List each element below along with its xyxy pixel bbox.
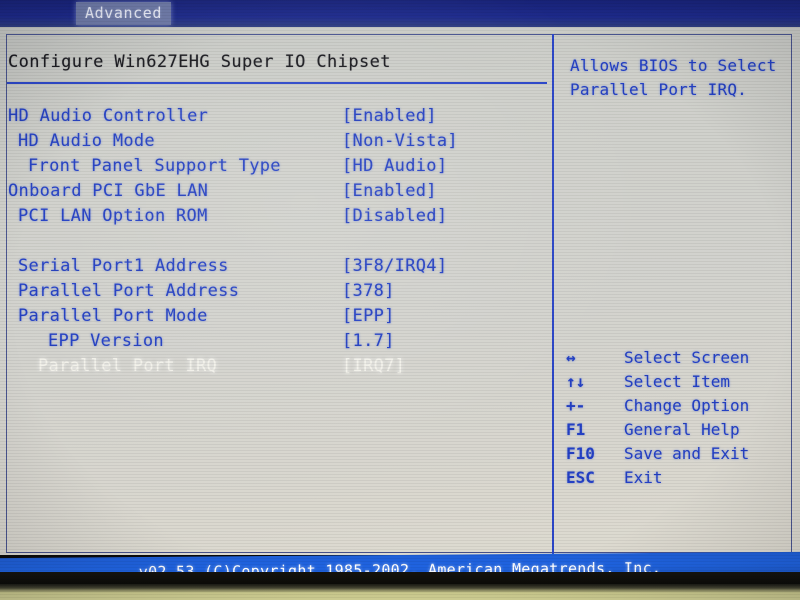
setting-value[interactable]: [3F8/IRQ4] <box>342 254 447 279</box>
setting-value[interactable]: [Enabled] <box>342 179 437 204</box>
key-legend-row: F1 General Help <box>554 418 792 442</box>
key-legend-row: ESC Exit <box>554 466 792 490</box>
key-legend: ↔ Select Screen ↑↓ Select Item +- Change Opti… <box>554 346 792 490</box>
help-pane: Allows BIOS to Select Parallel Port IRQ.… <box>554 34 792 553</box>
key-legend-row: ↔ Select Screen <box>554 346 792 370</box>
page-title: Configure Win627EHG Super IO Chipset <box>8 52 391 72</box>
settings-row[interactable]: HD Audio Mode [Non-Vista] <box>6 129 552 154</box>
title-divider <box>7 82 547 84</box>
setting-value[interactable]: [EPP] <box>342 304 395 329</box>
help-description: Allows BIOS to Select Parallel Port IRQ. <box>570 56 777 99</box>
key-legend-row: +- Change Option <box>554 394 792 418</box>
key-description: Save and Exit <box>624 444 750 463</box>
settings-pane: Configure Win627EHG Super IO Chipset HD … <box>6 34 552 553</box>
key-glyph: F10 <box>566 444 595 463</box>
key-glyph: ↔ <box>566 348 576 367</box>
setting-value[interactable]: [378] <box>342 279 395 304</box>
key-legend-row: ↑↓ Select Item <box>554 370 792 394</box>
setting-label: HD Audio Mode <box>18 131 155 151</box>
key-description: General Help <box>624 420 740 439</box>
setting-value[interactable]: [HD Audio] <box>342 154 447 179</box>
setting-label: PCI LAN Option ROM <box>18 206 208 226</box>
key-legend-row: F10 Save and Exit <box>554 442 792 466</box>
key-description: Change Option <box>624 396 750 415</box>
key-glyph: +- <box>566 396 586 415</box>
settings-row[interactable]: Parallel Port IRQ [IRQ7] <box>6 354 552 379</box>
settings-row[interactable]: Parallel Port Mode [EPP] <box>6 304 552 329</box>
key-glyph: ESC <box>566 468 595 487</box>
setting-value[interactable]: [1.7] <box>342 329 395 354</box>
key-description: Exit <box>624 468 663 487</box>
setting-label: Parallel Port IRQ <box>38 356 218 376</box>
menu-bar: Advanced <box>0 0 800 26</box>
bios-screen: Advanced Configure Win627EHG Super IO Ch… <box>0 0 800 600</box>
settings-list: HD Audio Controller [Enabled] HD Audio Mod… <box>6 104 552 379</box>
settings-row[interactable]: EPP Version [1.7] <box>6 329 552 354</box>
monitor-bezel-shadow <box>0 572 800 584</box>
monitor-bezel <box>0 584 800 600</box>
setting-label: Onboard PCI GbE LAN <box>8 181 209 201</box>
settings-row[interactable]: PCI LAN Option ROM [Disabled] <box>6 204 552 229</box>
settings-row[interactable]: HD Audio Controller [Enabled] <box>6 104 552 129</box>
settings-row[interactable]: Serial Port1 Address [3F8/IRQ4] <box>6 254 552 279</box>
tab-advanced[interactable]: Advanced <box>76 1 172 25</box>
setting-value[interactable]: [Enabled] <box>342 104 437 129</box>
setting-value[interactable]: [Non-Vista] <box>342 129 458 154</box>
key-glyph: F1 <box>566 420 586 439</box>
settings-row[interactable]: Front Panel Support Type [HD Audio] <box>6 154 552 179</box>
setting-label: Front Panel Support Type <box>28 156 281 176</box>
setting-value[interactable]: [Disabled] <box>342 204 447 229</box>
console-area: Configure Win627EHG Super IO Chipset HD … <box>0 27 800 555</box>
setting-value[interactable]: [IRQ7] <box>342 354 405 379</box>
setting-label: Parallel Port Mode <box>18 306 208 326</box>
setting-label: Serial Port1 Address <box>18 256 229 276</box>
settings-spacer <box>6 229 552 254</box>
setting-label: EPP Version <box>48 331 164 351</box>
setting-label: HD Audio Controller <box>8 106 209 126</box>
key-description: Select Item <box>624 372 730 391</box>
key-description: Select Screen <box>624 348 750 367</box>
setting-label: Parallel Port Address <box>18 281 240 301</box>
settings-row[interactable]: Onboard PCI GbE LAN [Enabled] <box>6 179 552 204</box>
key-glyph: ↑↓ <box>566 372 586 391</box>
settings-row[interactable]: Parallel Port Address [378] <box>6 279 552 304</box>
